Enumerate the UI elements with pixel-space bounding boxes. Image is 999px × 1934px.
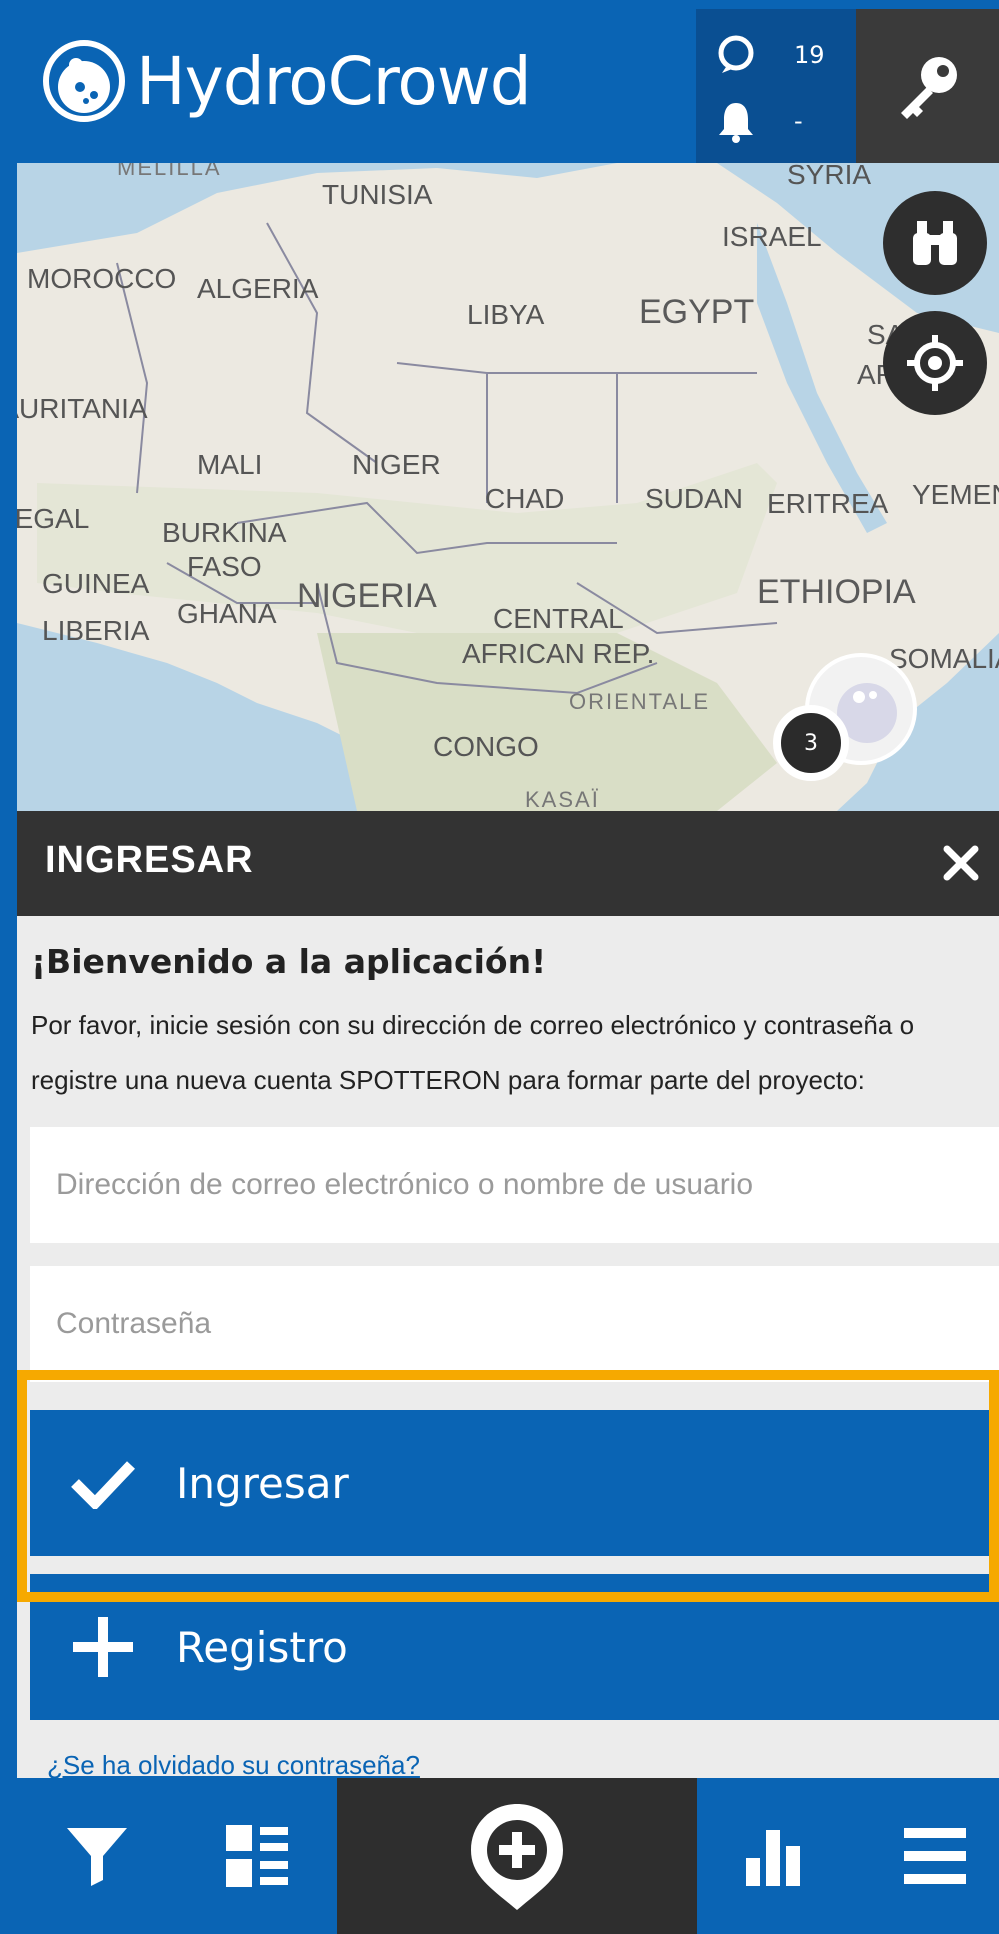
- map-label: ISRAEL: [722, 221, 822, 252]
- map-label: CENTRAL: [493, 603, 624, 634]
- add-spot-icon: [471, 1804, 563, 1910]
- map-label: EGYPT: [639, 293, 755, 331]
- hamburger-menu-icon: [904, 1828, 966, 1884]
- password-field[interactable]: [30, 1266, 999, 1382]
- bell-icon: [719, 103, 753, 143]
- cluster-count-badge[interactable]: 3: [773, 705, 849, 781]
- panel-title: INGRESAR: [45, 839, 254, 881]
- close-icon[interactable]: [939, 841, 983, 885]
- stats-box[interactable]: 19 -: [696, 9, 856, 163]
- map-label: SYRIA: [787, 163, 872, 190]
- map-label: GUINEA: [42, 568, 150, 599]
- list-icon: [226, 1825, 288, 1887]
- map-label: MELILLA: [117, 163, 222, 180]
- map-label: YEMEN: [912, 479, 999, 510]
- app-logo: HydroCrowd: [42, 39, 532, 123]
- map-label: LIBYA: [467, 299, 545, 330]
- bottom-nav: [17, 1778, 999, 1934]
- map-label: CHAD: [485, 483, 565, 514]
- map-label: ALGERIA: [197, 273, 319, 304]
- map-label: KASAÏ: [525, 787, 600, 811]
- filter-button[interactable]: [37, 1778, 157, 1934]
- login-button-label: Ingresar: [176, 1458, 349, 1508]
- locate-button[interactable]: [883, 311, 987, 415]
- map-label: BURKINA: [162, 517, 287, 548]
- app-name: HydroCrowd: [136, 42, 532, 120]
- login-panel-header: INGRESAR: [17, 811, 999, 916]
- map-label: MAURITANIA: [17, 393, 148, 424]
- crosshair-icon: [907, 335, 963, 391]
- map-label: FASO: [187, 551, 262, 582]
- map-label: ORIENTALE: [569, 689, 711, 714]
- menu-button[interactable]: [875, 1778, 995, 1934]
- notifications-count: -: [794, 107, 803, 135]
- map-label: ETHIOPIA: [757, 573, 916, 611]
- app-screen: HydroCrowd 19 - MELILLA TUNISIA SYRIA IS…: [0, 0, 999, 1934]
- spots-stat: 19: [716, 35, 825, 75]
- welcome-heading: ¡Bienvenido a la aplicación!: [31, 942, 547, 981]
- register-button-label: Registro: [176, 1622, 348, 1672]
- add-spot-button[interactable]: [337, 1778, 697, 1934]
- map-label: NIGER: [352, 449, 441, 480]
- map-label: TUNISIA: [322, 179, 433, 210]
- checkmark-icon: [71, 1461, 135, 1509]
- intro-text: Por favor, inicie sesión con su direcció…: [31, 1010, 915, 1095]
- map-label: MOROCCO: [27, 263, 177, 294]
- map-label: MALI: [197, 449, 263, 480]
- map-view[interactable]: MELILLA TUNISIA SYRIA ISRAEL MOROCCO ALG…: [17, 163, 999, 811]
- email-field[interactable]: [30, 1127, 999, 1243]
- map-label: CONGO: [433, 731, 539, 762]
- binoculars-icon: [913, 221, 957, 265]
- map-label: NIGERIA: [297, 577, 437, 615]
- statistics-button[interactable]: [714, 1778, 834, 1934]
- logo-drop-icon: [43, 40, 125, 122]
- register-button[interactable]: Registro: [30, 1574, 999, 1720]
- map-label: ERITREA: [767, 488, 889, 519]
- map-label: GHANA: [177, 598, 277, 629]
- filter-icon: [67, 1828, 127, 1886]
- forgot-password-link[interactable]: ¿Se ha olvidado su contraseña?: [47, 1750, 420, 1781]
- map-label: SENEGAL: [17, 503, 90, 534]
- explore-button[interactable]: [883, 191, 987, 295]
- map-label: LIBERIA: [42, 615, 150, 646]
- spot-icon: [718, 35, 754, 73]
- list-view-button[interactable]: [197, 1778, 317, 1934]
- app-header: HydroCrowd 19 -: [17, 9, 999, 163]
- login-key-button[interactable]: [856, 9, 999, 163]
- notifications-stat: -: [716, 99, 803, 143]
- login-button[interactable]: Ingresar: [30, 1410, 999, 1556]
- map-label: AFRICAN REP.: [462, 638, 655, 669]
- bar-chart-icon: [746, 1830, 800, 1886]
- login-panel: ¡Bienvenido a la aplicación! Por favor, …: [17, 916, 999, 1781]
- plus-icon: [73, 1617, 133, 1677]
- map-label: SUDAN: [645, 483, 744, 514]
- spots-count: 19: [794, 41, 825, 69]
- key-icon: [900, 57, 957, 119]
